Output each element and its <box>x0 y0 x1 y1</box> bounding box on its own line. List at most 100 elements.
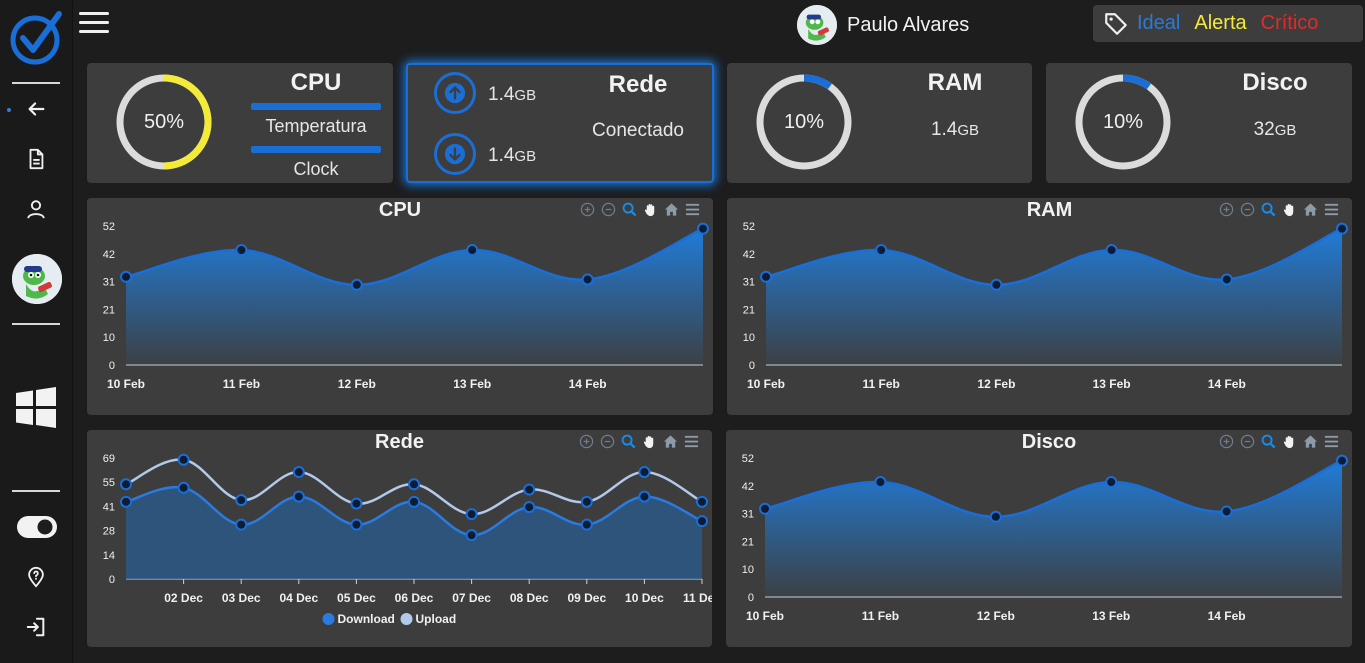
x-tick-label: 07 Dec <box>452 591 491 605</box>
data-point[interactable] <box>759 502 771 515</box>
download-unit: GB <box>514 148 537 165</box>
data-point[interactable] <box>760 270 772 283</box>
x-tick-label: 04 Dec <box>279 591 318 605</box>
sidebar-divider <box>12 323 60 325</box>
user-profile[interactable]: Paulo Alvares <box>797 4 969 46</box>
data-point[interactable] <box>177 453 190 466</box>
x-tick-label: 11 Feb <box>862 609 899 623</box>
y-tick-label: 52 <box>742 453 754 465</box>
x-tick-label: 09 Dec <box>567 591 606 605</box>
data-point[interactable] <box>466 244 479 257</box>
data-point[interactable] <box>177 481 190 494</box>
data-point[interactable] <box>875 244 888 257</box>
toggle-switch[interactable] <box>16 514 58 540</box>
x-tick-label: 11 Dec <box>683 591 712 605</box>
y-tick-label: 69 <box>103 453 115 465</box>
y-tick-label: 31 <box>103 277 115 289</box>
data-point[interactable] <box>580 518 593 531</box>
data-point[interactable] <box>638 490 651 503</box>
data-point[interactable] <box>350 518 363 531</box>
x-tick-label: 03 Dec <box>222 591 261 605</box>
temperature-bar <box>251 103 381 110</box>
rede-chart-panel: Rede 0 14 28 41 55 69 02 Dec 03 Dec 04 Dec 05 Dec 0… <box>87 430 712 647</box>
upload-value: 1.4GB <box>488 84 536 106</box>
disco-value: 32GB <box>1206 119 1344 141</box>
ram-number: 1.4 <box>930 119 958 140</box>
upload-arrow-icon[interactable] <box>434 72 476 114</box>
cpu-card: 50% CPU Temperatura Clock <box>87 63 393 183</box>
user-icon[interactable] <box>20 193 52 225</box>
data-point[interactable] <box>523 501 536 514</box>
data-point[interactable] <box>235 244 248 257</box>
clock-label: Clock <box>293 159 339 179</box>
disco-number: 32 <box>1253 119 1275 140</box>
windows-icon[interactable] <box>14 386 58 430</box>
legend-critico: Crítico <box>1260 12 1319 34</box>
data-point[interactable] <box>292 490 305 503</box>
y-tick-label: 0 <box>749 360 755 372</box>
data-point[interactable] <box>350 278 363 291</box>
data-point[interactable] <box>696 515 708 528</box>
y-tick-label: 31 <box>743 277 755 289</box>
legend-marker <box>400 613 413 625</box>
data-point[interactable] <box>523 483 536 496</box>
data-point[interactable] <box>120 495 132 508</box>
legend-label[interactable]: Download <box>338 612 395 626</box>
y-tick-label: 0 <box>109 574 115 586</box>
data-point[interactable] <box>1336 222 1348 235</box>
data-point[interactable] <box>120 478 132 491</box>
data-point[interactable] <box>408 495 420 508</box>
avatar[interactable] <box>12 254 62 304</box>
x-tick-label: 14 Feb <box>1208 609 1246 623</box>
upload-unit: GB <box>514 87 537 104</box>
area-fill <box>766 228 1342 365</box>
location-help-icon[interactable] <box>20 561 52 593</box>
y-tick-label: 28 <box>103 526 115 538</box>
data-point[interactable] <box>1220 505 1233 518</box>
document-icon[interactable] <box>20 143 52 175</box>
download-arrow-icon[interactable] <box>434 133 476 175</box>
data-point[interactable] <box>408 478 420 491</box>
status-legend: Ideal Alerta Crítico <box>1093 5 1363 42</box>
data-point[interactable] <box>1105 244 1118 257</box>
data-point[interactable] <box>696 495 708 508</box>
ram-value: 1.4GB <box>887 119 1023 141</box>
data-point[interactable] <box>697 222 709 235</box>
data-point[interactable] <box>580 495 593 508</box>
legend-alerta: Alerta <box>1194 12 1247 34</box>
data-point[interactable] <box>465 508 478 521</box>
data-point[interactable] <box>1105 476 1118 489</box>
x-tick-label: 10 Dec <box>625 591 664 605</box>
y-tick-label: 0 <box>109 360 115 372</box>
back-arrow-icon[interactable] <box>20 93 52 125</box>
x-tick-label: 08 Dec <box>510 591 549 605</box>
ram-percent: 10% <box>783 111 825 133</box>
data-point[interactable] <box>465 529 478 542</box>
data-point[interactable] <box>235 494 248 507</box>
data-point[interactable] <box>235 518 248 531</box>
data-point[interactable] <box>1336 454 1348 467</box>
y-tick-label: 10 <box>103 332 115 344</box>
cpu-percent: 50% <box>143 111 185 133</box>
hamburger-menu-icon[interactable] <box>79 12 109 34</box>
y-tick-label: 10 <box>743 332 755 344</box>
tag-icon <box>1105 12 1127 35</box>
data-point[interactable] <box>120 270 132 283</box>
ram-chart-panel: RAM 0 10 21 31 42 52 10 Feb 11 Feb 12 Feb 13 Feb 14… <box>727 198 1352 415</box>
data-point[interactable] <box>874 476 887 489</box>
data-point[interactable] <box>292 466 305 479</box>
sidebar-divider <box>12 82 60 84</box>
clock-bar <box>251 146 381 153</box>
data-point[interactable] <box>581 273 594 286</box>
data-point[interactable] <box>990 278 1003 291</box>
logout-icon[interactable] <box>20 611 52 643</box>
data-point[interactable] <box>350 497 363 510</box>
x-tick-label: 10 Feb <box>747 377 785 391</box>
x-tick-label: 14 Feb <box>569 377 607 391</box>
legend-label[interactable]: Upload <box>416 612 457 626</box>
data-point[interactable] <box>1220 273 1233 286</box>
ram-title: RAM <box>927 69 983 96</box>
data-point[interactable] <box>638 466 651 479</box>
logo-check-icon[interactable] <box>9 8 63 66</box>
data-point[interactable] <box>989 510 1002 523</box>
